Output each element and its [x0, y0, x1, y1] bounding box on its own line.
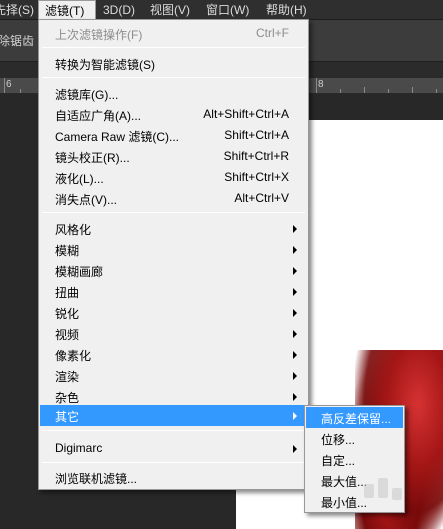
- ruler-tick: [364, 87, 365, 93]
- menu-select[interactable]: 先择(S): [0, 0, 36, 20]
- ruler-tick: [412, 87, 413, 93]
- menu-item-label: 扭曲: [55, 286, 80, 300]
- menu-separator: [42, 430, 305, 431]
- menu-separator: [42, 462, 305, 463]
- menu-item-render[interactable]: 渲染: [40, 365, 307, 386]
- submenu-arrow-icon: [293, 351, 297, 359]
- menu-item-filter-gallery[interactable]: 滤镜库(G)...: [40, 83, 307, 104]
- submenu-arrow-icon: [293, 330, 297, 338]
- ruler-tick: [340, 89, 341, 93]
- menu-item-label: 液化(L)...: [55, 172, 104, 186]
- submenu-arrow-icon: [293, 372, 297, 380]
- menu-item-blur[interactable]: 模糊: [40, 239, 307, 260]
- menu-filter[interactable]: 滤镜(T): [38, 0, 96, 20]
- ruler-tick: [436, 89, 437, 93]
- submenu-item-label: 位移...: [321, 433, 356, 447]
- menu-item-distort[interactable]: 扭曲: [40, 281, 307, 302]
- menu-item-video[interactable]: 视频: [40, 323, 307, 344]
- ruler-tick: [388, 89, 389, 93]
- menu-bar: 先择(S) 滤镜(T) 3D(D) 视图(V) 窗口(W) 帮助(H): [0, 0, 443, 20]
- menu-item-camera-raw[interactable]: Camera Raw 滤镜(C)... Shift+Ctrl+A: [40, 125, 307, 146]
- menu-window[interactable]: 窗口(W): [204, 0, 251, 20]
- antialias-option[interactable]: 消除锯齿: [0, 32, 34, 49]
- menu-item-label: 镜头校正(R)...: [55, 151, 130, 165]
- menu-item-shortcut: Shift+Ctrl+X: [224, 170, 289, 184]
- menu-item-convert-smart-filter[interactable]: 转换为智能滤镜(S): [40, 53, 307, 74]
- menu-item-liquify[interactable]: 液化(L)... Shift+Ctrl+X: [40, 167, 307, 188]
- menu-item-pixelate[interactable]: 像素化: [40, 344, 307, 365]
- menu-item-label: 杂色: [55, 391, 80, 405]
- menu-item-label: 模糊画廊: [55, 265, 104, 279]
- menu-item-last-filter: 上次滤镜操作(F) Ctrl+F: [40, 23, 307, 44]
- submenu-arrow-icon: [293, 412, 297, 420]
- menu-item-label: 模糊: [55, 244, 80, 258]
- submenu-item-label: 自定...: [321, 454, 356, 468]
- filter-menu: 上次滤镜操作(F) Ctrl+F 转换为智能滤镜(S) 滤镜库(G)... 自适…: [38, 19, 309, 490]
- ruler-tick: [4, 78, 5, 93]
- menu-help[interactable]: 帮助(H): [264, 0, 309, 20]
- submenu-arrow-icon: [293, 309, 297, 317]
- menu-item-sharpen[interactable]: 锐化: [40, 302, 307, 323]
- menu-item-label: 像素化: [55, 349, 92, 363]
- menu-item-shortcut: Alt+Shift+Ctrl+A: [203, 107, 289, 121]
- menu-item-label: Digimarc: [55, 441, 103, 455]
- ruler-label: 8: [318, 79, 324, 90]
- menu-item-label: 滤镜库(G)...: [55, 88, 119, 102]
- ruler-tick: [20, 89, 21, 93]
- submenu-arrow-icon: [293, 246, 297, 254]
- menu-3d[interactable]: 3D(D): [101, 0, 137, 20]
- menu-separator: [42, 77, 305, 78]
- watermark-icon: [364, 478, 402, 500]
- submenu-arrow-icon: [293, 267, 297, 275]
- menu-item-blur-gallery[interactable]: 模糊画廊: [40, 260, 307, 281]
- menu-item-label: 锐化: [55, 307, 80, 321]
- menu-item-other[interactable]: 其它: [40, 405, 307, 426]
- menu-item-label: Camera Raw 滤镜(C)...: [55, 130, 180, 144]
- menu-item-shortcut: Shift+Ctrl+A: [224, 128, 289, 142]
- submenu-item-high-pass[interactable]: 高反差保留...: [306, 407, 403, 428]
- submenu-arrow-icon: [293, 288, 297, 296]
- menu-item-stylize[interactable]: 风格化: [40, 218, 307, 239]
- menu-view[interactable]: 视图(V): [148, 0, 192, 20]
- menu-item-adaptive-wide-angle[interactable]: 自适应广角(A)... Alt+Shift+Ctrl+A: [40, 104, 307, 125]
- menu-item-shortcut: Shift+Ctrl+R: [223, 149, 289, 163]
- menu-item-browse-online-filters[interactable]: 浏览联机滤镜...: [40, 467, 307, 488]
- submenu-arrow-icon: [293, 393, 297, 401]
- submenu-item-custom[interactable]: 自定...: [306, 449, 403, 470]
- submenu-item-offset[interactable]: 位移...: [306, 428, 403, 449]
- menu-item-lens-correction[interactable]: 镜头校正(R)... Shift+Ctrl+R: [40, 146, 307, 167]
- menu-item-label: 自适应广角(A)...: [55, 109, 141, 123]
- submenu-item-label: 高反差保留...: [321, 412, 392, 426]
- ruler-tick: [316, 78, 317, 93]
- menu-item-label: 转换为智能滤镜(S): [55, 58, 155, 72]
- menu-item-shortcut: Ctrl+F: [256, 26, 289, 40]
- menu-item-label: 视频: [55, 328, 80, 342]
- menu-item-label: 渲染: [55, 370, 80, 384]
- menu-item-label: 其它: [55, 410, 80, 424]
- menu-separator: [42, 212, 305, 213]
- menu-item-noise[interactable]: 杂色: [40, 386, 307, 407]
- menu-item-label: 浏览联机滤镜...: [55, 472, 138, 486]
- submenu-arrow-icon: [293, 225, 297, 233]
- menu-separator: [42, 47, 305, 48]
- menu-item-shortcut: Alt+Ctrl+V: [234, 191, 289, 205]
- ruler-label: 6: [6, 79, 12, 90]
- menu-item-digimarc[interactable]: Digimarc: [40, 438, 307, 459]
- menu-item-label: 消失点(V)...: [55, 193, 117, 207]
- menu-item-label: 风格化: [55, 223, 92, 237]
- submenu-arrow-icon: [293, 445, 297, 453]
- menu-item-vanishing-point[interactable]: 消失点(V)... Alt+Ctrl+V: [40, 188, 307, 209]
- menu-item-label: 上次滤镜操作(F): [55, 28, 143, 42]
